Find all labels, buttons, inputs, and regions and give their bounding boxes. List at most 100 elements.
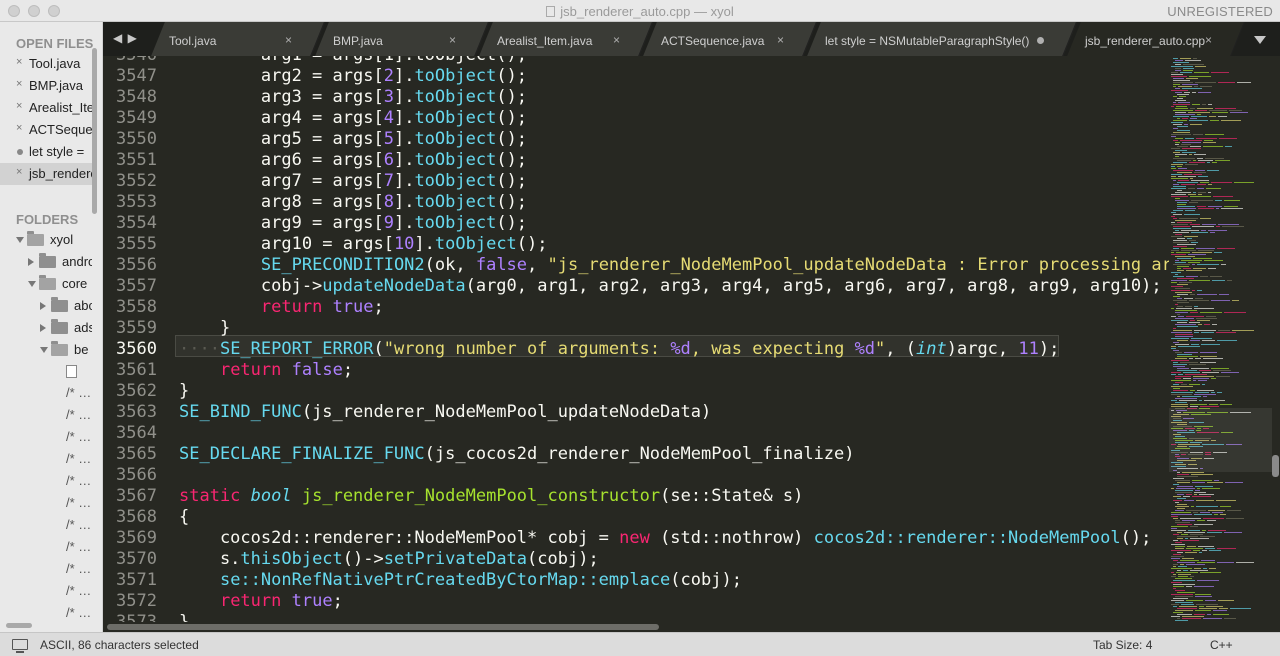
code-line[interactable]: arg9 = args[9].toObject();: [179, 213, 527, 234]
folder-item[interactable]: be: [0, 339, 92, 361]
code-line[interactable]: cocos2d::renderer::NodeMemPool* cobj = n…: [179, 528, 1151, 549]
file-item[interactable]: /* …: [0, 537, 92, 559]
tab-let[interactable]: let style = NSMutableParagraphStyle(): [825, 22, 1059, 56]
code-line[interactable]: ····SE_REPORT_ERROR("wrong number of arg…: [179, 339, 1059, 360]
unsaved-dot-icon[interactable]: [17, 149, 23, 155]
sidebar-scrollbar[interactable]: [92, 48, 97, 214]
code-line[interactable]: cobj->updateNodeData(arg0, arg1, arg2, a…: [179, 276, 1162, 297]
code-line[interactable]: return false;: [179, 360, 353, 381]
minimap-line: [1195, 82, 1216, 83]
disclosure-right-icon[interactable]: [40, 324, 46, 332]
folder-item[interactable]: abc: [0, 295, 92, 317]
code-line[interactable]: arg5 = args[5].toObject();: [179, 129, 527, 150]
close-file-icon[interactable]: ×: [16, 100, 22, 112]
code-line[interactable]: SE_PRECONDITION2(ok, false, "js_renderer…: [179, 255, 1169, 276]
code-editor[interactable]: 3546 arg1 = args[1].toObject();3547 arg2…: [103, 56, 1169, 622]
file-item[interactable]: /* …: [0, 427, 92, 449]
close-file-icon[interactable]: ×: [16, 166, 22, 178]
editor-horizontal-scrollbar-thumb[interactable]: [107, 624, 659, 630]
code-line[interactable]: arg7 = args[7].toObject();: [179, 171, 527, 192]
file-item[interactable]: /* …: [0, 449, 92, 471]
code-line[interactable]: se::NonRefNativePtrCreatedByCtorMap::emp…: [179, 570, 742, 591]
file-item[interactable]: /* …: [0, 559, 92, 581]
open-file-item[interactable]: × Tool.java: [0, 53, 92, 75]
open-file-item[interactable]: × BMP.java: [0, 75, 92, 97]
minimap-line: [1171, 282, 1177, 283]
tab-actsequence[interactable]: ACTSequence.java ×: [661, 22, 799, 56]
tab-arealist_item[interactable]: Arealist_Item.java ×: [497, 22, 635, 56]
close-file-icon[interactable]: ×: [16, 78, 22, 90]
disclosure-down-icon[interactable]: [16, 237, 24, 243]
open-file-item[interactable]: let style =: [0, 141, 92, 163]
minimap-line: [1177, 368, 1189, 369]
unsaved-dot-icon[interactable]: [1037, 37, 1044, 44]
file-item[interactable]: /* …: [0, 471, 92, 493]
tab-close-icon[interactable]: ×: [285, 33, 292, 47]
minimap-line: [1194, 86, 1198, 87]
file-item[interactable]: /* …: [0, 581, 92, 603]
file-item[interactable]: /* …: [0, 493, 92, 515]
file-item[interactable]: [0, 361, 92, 383]
code-line[interactable]: return true;: [179, 591, 343, 612]
tab-close-icon[interactable]: ×: [613, 33, 620, 47]
disclosure-down-icon[interactable]: [40, 347, 48, 353]
file-item[interactable]: /* …: [0, 603, 92, 625]
tab-navigation-arrows[interactable]: ◀ ▶: [113, 31, 138, 45]
code-line[interactable]: }: [179, 612, 189, 622]
code-line[interactable]: arg8 = args[8].toObject();: [179, 192, 527, 213]
minimap-line: [1190, 570, 1208, 571]
code-line[interactable]: SE_DECLARE_FINALIZE_FUNC(js_cocos2d_rend…: [179, 444, 855, 465]
tab-close-icon[interactable]: ×: [449, 33, 456, 47]
minimap-line: [1177, 278, 1194, 279]
code-line[interactable]: arg4 = args[4].toObject();: [179, 108, 527, 129]
code-line[interactable]: arg6 = args[6].toObject();: [179, 150, 527, 171]
code-line[interactable]: s.thisObject()->setPrivateData(cobj);: [179, 549, 599, 570]
minimap-line: [1173, 500, 1182, 501]
file-item[interactable]: /* …: [0, 383, 92, 405]
tab-bmp[interactable]: BMP.java ×: [333, 22, 471, 56]
disclosure-right-icon[interactable]: [28, 258, 34, 266]
folder-item[interactable]: xyol: [0, 229, 92, 251]
close-file-icon[interactable]: ×: [16, 56, 22, 68]
folder-item[interactable]: ads: [0, 317, 92, 339]
tab-close-icon[interactable]: ×: [777, 33, 784, 47]
code-line[interactable]: arg10 = args[10].toObject();: [179, 234, 548, 255]
minimap-line: [1208, 206, 1222, 207]
minimap-line: [1197, 390, 1214, 391]
editor-vertical-scrollbar-track[interactable]: [1272, 56, 1280, 622]
disclosure-down-icon[interactable]: [28, 281, 36, 287]
code-line[interactable]: return true;: [179, 297, 384, 318]
code-line[interactable]: }: [179, 381, 189, 402]
open-file-item[interactable]: × Arealist_Item.java: [0, 97, 92, 119]
minimap-viewport[interactable]: [1169, 408, 1272, 472]
folder-item[interactable]: core: [0, 273, 92, 295]
tab-jsb_renderer_auto[interactable]: jsb_renderer_auto.cpp ×: [1085, 22, 1227, 56]
monitor-icon[interactable]: [12, 639, 28, 653]
tab-menu-dropdown-icon[interactable]: [1254, 36, 1266, 44]
file-item[interactable]: /* …: [0, 515, 92, 537]
code-line[interactable]: arg2 = args[2].toObject();: [179, 66, 527, 87]
code-line[interactable]: static bool js_renderer_NodeMemPool_cons…: [179, 486, 803, 507]
tab-close-icon[interactable]: ×: [1205, 33, 1212, 47]
sidebar-horizontal-scrollbar[interactable]: [6, 623, 32, 628]
code-line[interactable]: SE_BIND_FUNC(js_renderer_NodeMemPool_upd…: [179, 402, 711, 423]
minimap-line: [1175, 334, 1193, 335]
minimap[interactable]: [1169, 56, 1272, 622]
folder-item[interactable]: android: [0, 251, 92, 273]
code-line[interactable]: {: [179, 507, 189, 528]
code-line[interactable]: }: [179, 318, 230, 339]
code-line[interactable]: arg1 = args[1].toObject();: [179, 56, 527, 66]
open-file-item[interactable]: × ACTSequence.java: [0, 119, 92, 141]
code-line[interactable]: arg3 = args[3].toObject();: [179, 87, 527, 108]
file-item[interactable]: /* …: [0, 405, 92, 427]
close-file-icon[interactable]: ×: [16, 122, 22, 134]
editor-vertical-scrollbar-thumb[interactable]: [1272, 455, 1279, 477]
disclosure-right-icon[interactable]: [40, 302, 46, 310]
minimap-line: [1173, 300, 1187, 301]
tab-tool[interactable]: Tool.java ×: [169, 22, 307, 56]
syntax-indicator[interactable]: C++: [1210, 638, 1233, 652]
tab-size-indicator[interactable]: Tab Size: 4: [1093, 638, 1152, 652]
minimap-line: [1171, 236, 1182, 237]
open-file-item[interactable]: × jsb_renderer_auto.cpp: [0, 163, 92, 185]
minimap-line: [1175, 234, 1182, 235]
